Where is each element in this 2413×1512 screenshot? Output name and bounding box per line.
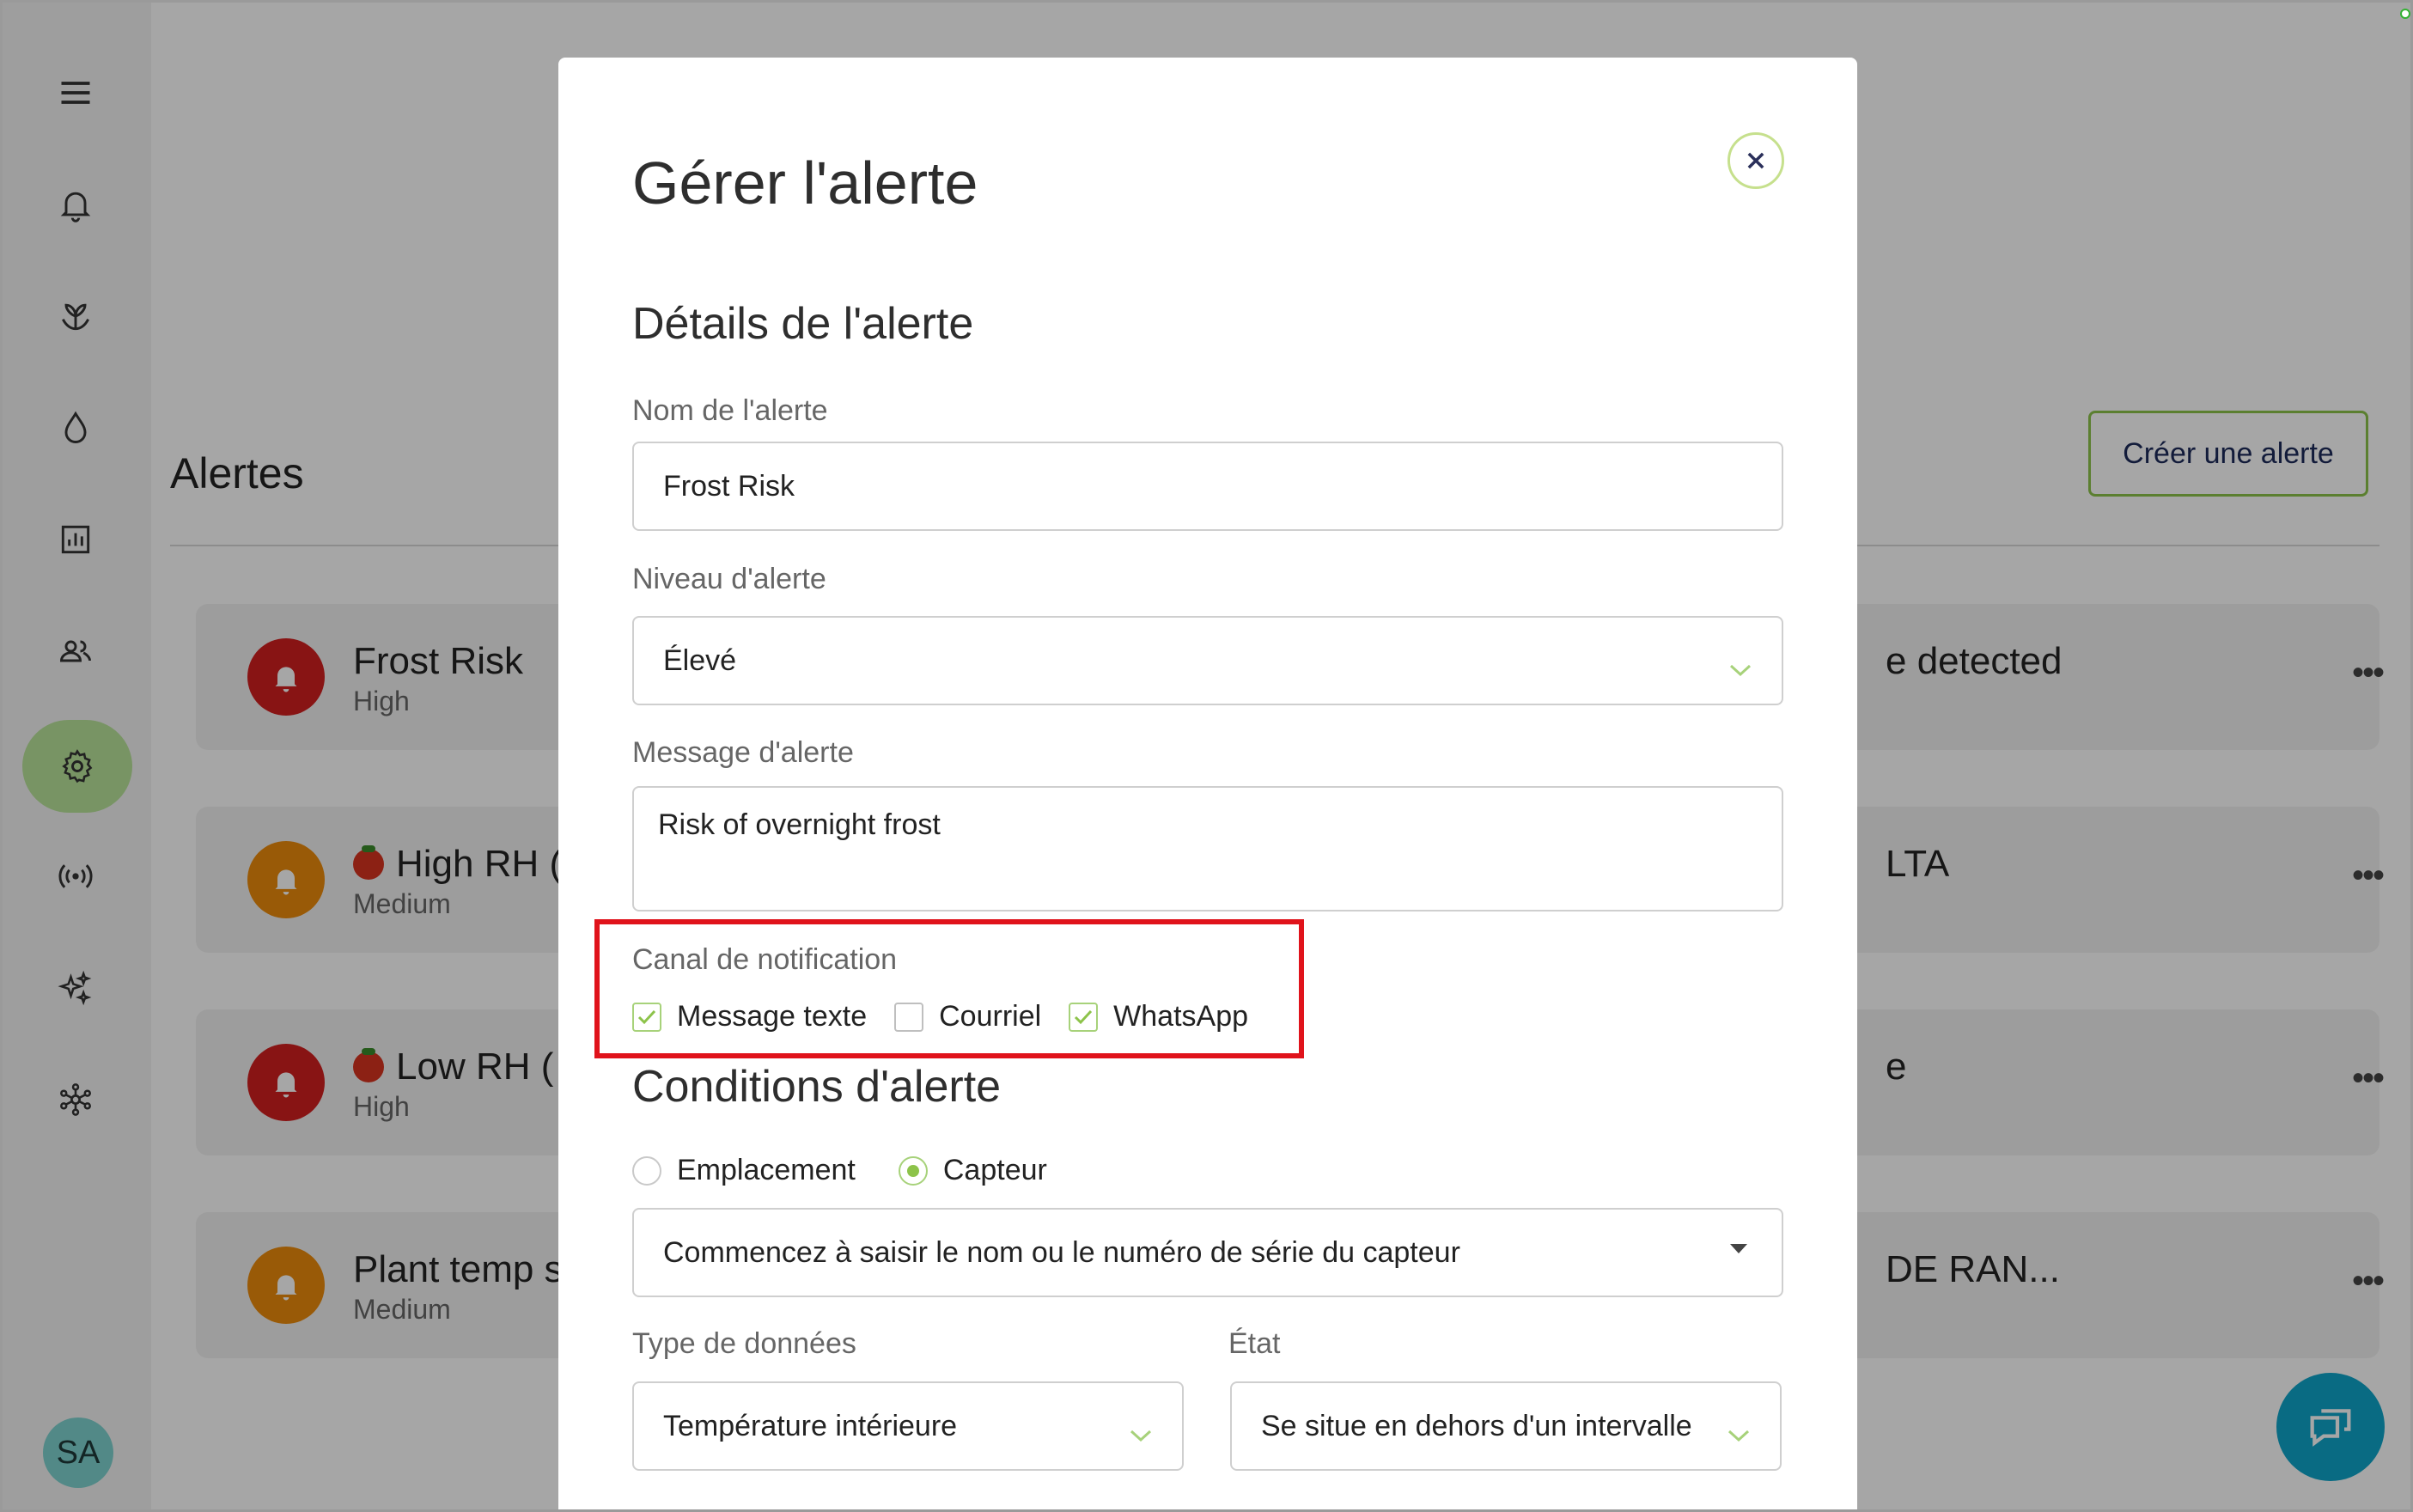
alert-level-select[interactable]: Élevé bbox=[632, 616, 1783, 705]
alert-name-label: Nom de l'alerte bbox=[632, 394, 828, 427]
chevron-down-icon bbox=[1728, 652, 1752, 677]
channel-whatsapp-option[interactable]: WhatsApp bbox=[1069, 1000, 1248, 1033]
dropdown-caret-icon bbox=[1730, 1244, 1747, 1253]
channel-sms-option[interactable]: Message texte bbox=[632, 1000, 867, 1033]
sensor-search-placeholder: Commencez à saisir le nom ou le numéro d… bbox=[663, 1235, 1460, 1269]
notification-channel-group: Canal de notification Message texte Cour… bbox=[594, 919, 1304, 1058]
manage-alert-modal: Gérer l'alerte Détails de l'alerte Nom d… bbox=[558, 58, 1857, 1512]
checkbox-checked[interactable] bbox=[632, 1002, 661, 1032]
sensor-radio-label: Capteur bbox=[942, 1154, 1047, 1186]
condition-target-options: Emplacement Capteur bbox=[632, 1154, 1090, 1187]
alert-level-value: Élevé bbox=[663, 643, 737, 677]
sensor-search-input[interactable]: Commencez à saisir le nom ou le numéro d… bbox=[632, 1208, 1783, 1297]
alert-message-textarea[interactable]: Risk of overnight frost bbox=[632, 786, 1783, 911]
notification-channel-options: Message texte Courriel WhatsApp bbox=[632, 1000, 1276, 1033]
details-section-title: Détails de l'alerte bbox=[632, 299, 974, 349]
location-radio-label: Emplacement bbox=[677, 1154, 856, 1186]
conditions-section-title: Conditions d'alerte bbox=[632, 1062, 1002, 1112]
close-icon[interactable] bbox=[1727, 132, 1784, 189]
alert-message-label: Message d'alerte bbox=[632, 736, 854, 769]
checkbox-unchecked[interactable] bbox=[894, 1002, 924, 1032]
alert-level-label: Niveau d'alerte bbox=[632, 563, 826, 595]
checkbox-checked[interactable] bbox=[1069, 1002, 1099, 1032]
channel-email-option[interactable]: Courriel bbox=[894, 1000, 1041, 1033]
state-value: Se situe en dehors d'un intervalle bbox=[1261, 1409, 1692, 1442]
chevron-down-icon bbox=[1727, 1418, 1750, 1442]
state-label: État bbox=[1228, 1327, 1281, 1360]
state-select[interactable]: Se situe en dehors d'un intervalle bbox=[1230, 1381, 1782, 1471]
status-dot-icon bbox=[2400, 9, 2410, 19]
alert-name-input[interactable]: Frost Risk bbox=[632, 442, 1783, 531]
channel-sms-label: Message texte bbox=[677, 1000, 868, 1033]
notification-channel-label: Canal de notification bbox=[632, 943, 898, 976]
alert-name-value: Frost Risk bbox=[663, 469, 795, 503]
alert-message-value: Risk of overnight frost bbox=[658, 808, 941, 841]
data-type-select[interactable]: Température intérieure bbox=[632, 1381, 1184, 1471]
channel-email-label: Courriel bbox=[939, 1000, 1042, 1033]
modal-title: Gérer l'alerte bbox=[632, 149, 978, 216]
location-radio-option[interactable]: Emplacement bbox=[632, 1154, 856, 1187]
chevron-down-icon bbox=[1129, 1418, 1152, 1442]
data-type-label: Type de données bbox=[632, 1327, 856, 1360]
data-type-value: Température intérieure bbox=[663, 1409, 958, 1442]
radio-checked[interactable] bbox=[898, 1155, 928, 1186]
channel-whatsapp-label: WhatsApp bbox=[1113, 1000, 1249, 1033]
sensor-radio-option[interactable]: Capteur bbox=[898, 1154, 1047, 1187]
radio-unchecked[interactable] bbox=[632, 1155, 661, 1186]
